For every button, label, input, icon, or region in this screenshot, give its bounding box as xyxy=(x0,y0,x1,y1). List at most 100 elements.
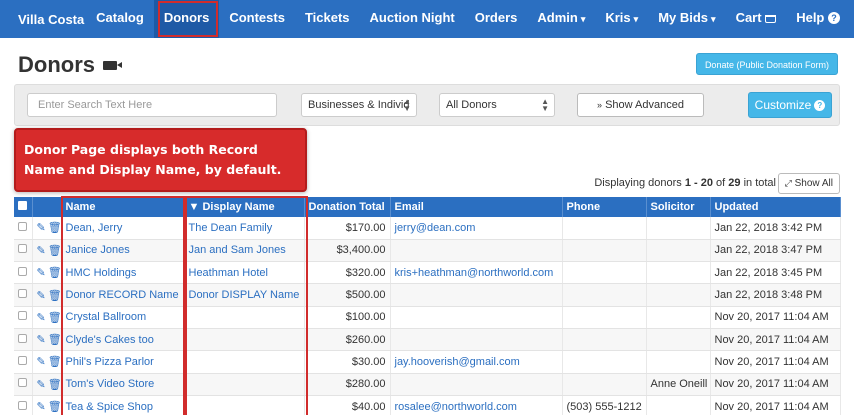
row-checkbox-cell[interactable] xyxy=(14,373,33,396)
display-name-link[interactable]: Heathman Hotel xyxy=(189,267,269,279)
row-checkbox[interactable] xyxy=(18,289,27,299)
edit-icon[interactable]: ✎ xyxy=(37,379,46,391)
trash-icon[interactable]: 🗑 xyxy=(48,334,60,346)
row-checkbox-cell[interactable] xyxy=(14,261,33,285)
donor-name-link[interactable]: Phil's Pizza Parlor xyxy=(66,356,154,368)
donor-scope-select[interactable]: All Donors ▲ ▼ xyxy=(439,93,555,117)
display-name-cell[interactable] xyxy=(184,350,305,374)
email-link[interactable]: rosalee@northworld.com xyxy=(395,401,517,413)
row-checkbox[interactable] xyxy=(18,221,27,231)
nav-donors[interactable]: Donors xyxy=(153,0,220,38)
donor-name-link[interactable]: Clyde's Cakes too xyxy=(66,334,154,346)
row-checkbox-cell[interactable] xyxy=(14,217,33,240)
donate-public-form-button[interactable]: Donate (Public Donation Form) xyxy=(695,53,838,75)
row-checkbox[interactable] xyxy=(18,355,27,365)
donor-name-link[interactable]: Dean, Jerry xyxy=(66,222,123,234)
donor-name-cell[interactable]: Tom's Video Store xyxy=(61,373,185,396)
trash-icon[interactable]: 🗑 xyxy=(48,267,60,279)
display-name-cell[interactable]: The Dean Family xyxy=(184,217,305,240)
trash-icon[interactable]: 🗑 xyxy=(48,222,60,234)
edit-icon[interactable]: ✎ xyxy=(37,356,46,368)
name-column-header[interactable]: Name xyxy=(61,197,185,217)
display-name-link[interactable]: The Dean Family xyxy=(189,222,273,234)
row-checkbox[interactable] xyxy=(18,266,27,276)
search-input[interactable]: Enter Search Text Here xyxy=(27,93,277,117)
trash-icon[interactable]: 🗑 xyxy=(48,356,60,368)
updated-column-header[interactable]: Updated xyxy=(710,197,841,217)
email-column-header[interactable]: Email xyxy=(390,197,563,217)
display-name-cell[interactable] xyxy=(184,306,305,329)
display-name-cell[interactable]: Heathman Hotel xyxy=(184,261,305,285)
display-name-link[interactable]: Donor DISPLAY Name xyxy=(189,289,300,301)
nav-admin[interactable]: Admin ▾ xyxy=(527,0,595,38)
edit-icon[interactable]: ✎ xyxy=(37,401,46,413)
nav-user-kris[interactable]: Kris ▾ xyxy=(595,0,648,38)
customize-button[interactable]: Customize? xyxy=(748,92,832,118)
row-checkbox[interactable] xyxy=(18,244,27,254)
table-row[interactable]: ✎ 🗑 Clyde's Cakes too $260.00 Nov 20, 2017 1… xyxy=(14,328,841,352)
row-checkbox[interactable] xyxy=(18,400,27,410)
donor-name-cell[interactable]: Dean, Jerry xyxy=(61,217,185,240)
email-cell[interactable]: jerry@dean.com xyxy=(390,217,563,240)
donor-name-link[interactable]: Crystal Ballroom xyxy=(66,311,147,323)
email-cell[interactable]: rosalee@northworld.com xyxy=(390,395,563,415)
table-row[interactable]: ✎ 🗑 Tom's Video Store $280.00 Anne Oneill Nov… xyxy=(14,373,841,396)
donor-name-link[interactable]: Tom's Video Store xyxy=(66,378,155,390)
donor-name-cell[interactable]: Phil's Pizza Parlor xyxy=(61,350,185,374)
display-name-cell[interactable] xyxy=(184,373,305,396)
edit-icon[interactable]: ✎ xyxy=(37,290,46,302)
trash-icon[interactable]: 🗑 xyxy=(48,312,60,324)
nav-tickets[interactable]: Tickets xyxy=(295,0,360,38)
row-checkbox-cell[interactable] xyxy=(14,328,33,352)
phone-column-header[interactable]: Phone xyxy=(562,197,647,217)
nav-orders[interactable]: Orders xyxy=(465,0,528,38)
email-link[interactable]: jay.hooverish@gmail.com xyxy=(395,356,520,368)
donor-name-link[interactable]: Donor RECORD Name xyxy=(66,289,179,301)
nav-catalog[interactable]: Catalog xyxy=(86,0,154,38)
email-cell[interactable] xyxy=(390,239,563,263)
select-all-checkbox[interactable] xyxy=(18,201,27,210)
email-link[interactable]: kris+heathman@northworld.com xyxy=(395,267,554,279)
nav-auction-night[interactable]: Auction Night xyxy=(360,0,465,38)
donor-type-select[interactable]: Businesses & Individ ▲ ▼ xyxy=(301,93,417,117)
row-checkbox[interactable] xyxy=(18,311,27,321)
donor-name-cell[interactable]: Clyde's Cakes too xyxy=(61,328,185,352)
row-checkbox-cell[interactable] xyxy=(14,239,33,263)
row-checkbox[interactable] xyxy=(18,333,27,343)
trash-icon[interactable]: 🗑 xyxy=(48,379,60,391)
donor-name-cell[interactable]: Donor RECORD Name xyxy=(61,283,185,307)
email-cell[interactable]: jay.hooverish@gmail.com xyxy=(390,350,563,374)
show-advanced-button[interactable]: » Show Advanced xyxy=(577,93,704,117)
trash-icon[interactable]: 🗑 xyxy=(48,401,60,413)
email-link[interactable]: jerry@dean.com xyxy=(395,222,476,234)
video-camera-icon[interactable] xyxy=(103,60,122,70)
row-checkbox-cell[interactable] xyxy=(14,283,33,307)
edit-icon[interactable]: ✎ xyxy=(37,245,46,257)
show-all-button[interactable]: ⤢ Show All xyxy=(777,173,840,194)
donor-name-cell[interactable]: Janice Jones xyxy=(61,239,185,263)
select-all-checkbox-cell[interactable] xyxy=(14,197,33,217)
brand-link[interactable]: Villa Costa xyxy=(0,12,86,27)
table-row[interactable]: ✎ 🗑 Phil's Pizza Parlor $30.00 jay.hooverish… xyxy=(14,350,841,374)
display-name-cell[interactable]: Jan and Sam Jones xyxy=(184,239,305,263)
nav-my-bids[interactable]: My Bids ▾ xyxy=(648,0,725,38)
nav-cart[interactable]: Cart xyxy=(726,0,787,38)
email-cell[interactable] xyxy=(390,328,563,352)
row-checkbox-cell[interactable] xyxy=(14,350,33,374)
table-row[interactable]: ✎ 🗑 Tea & Spice Shop $40.00 rosalee@northwor… xyxy=(14,395,841,415)
table-row[interactable]: ✎ 🗑 Janice Jones Jan and Sam Jones $3,400.00… xyxy=(14,239,841,263)
donor-name-link[interactable]: Janice Jones xyxy=(66,244,130,256)
email-cell[interactable]: kris+heathman@northworld.com xyxy=(390,261,563,285)
trash-icon[interactable]: 🗑 xyxy=(48,290,60,302)
table-row[interactable]: ✎ 🗑 Donor RECORD Name Donor DISPLAY Name $50… xyxy=(14,283,841,307)
table-row[interactable]: ✎ 🗑 Crystal Ballroom $100.00 Nov 20, 2017 11… xyxy=(14,306,841,329)
email-cell[interactable] xyxy=(390,283,563,307)
row-checkbox-cell[interactable] xyxy=(14,306,33,329)
edit-icon[interactable]: ✎ xyxy=(37,267,46,279)
table-row[interactable]: ✎ 🗑 Dean, Jerry The Dean Family $170.00 jerry… xyxy=(14,217,841,240)
email-cell[interactable] xyxy=(390,373,563,396)
trash-icon[interactable]: 🗑 xyxy=(48,245,60,257)
donor-name-link[interactable]: HMC Holdings xyxy=(66,267,137,279)
display-name-cell[interactable] xyxy=(184,328,305,352)
donor-name-link[interactable]: Tea & Spice Shop xyxy=(66,401,153,413)
